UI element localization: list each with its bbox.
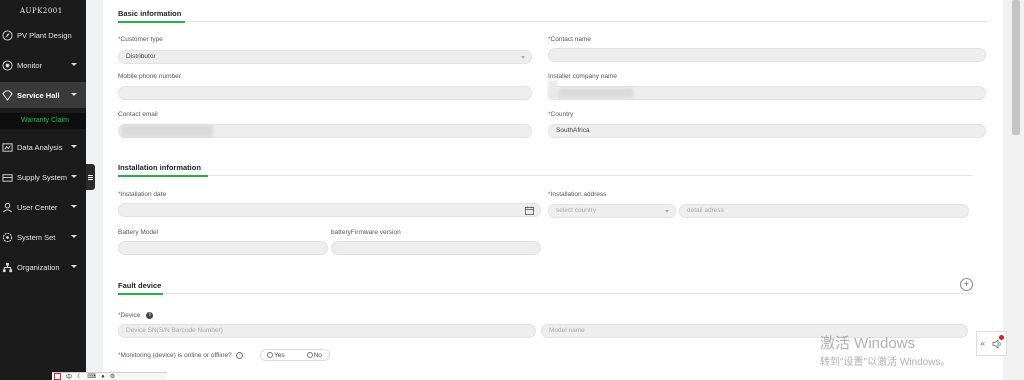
- leaf-icon: [2, 29, 13, 41]
- mobile-phone-label: Mobile phone number: [118, 73, 181, 80]
- section-divider: [118, 175, 973, 177]
- device-label: *Device i: [118, 312, 154, 319]
- mic-icon[interactable]: ●: [101, 374, 105, 380]
- customer-type-label: *Customer type: [118, 36, 163, 43]
- activation-watermark-subtitle: 转到"设置"以激活 Windows。: [820, 357, 951, 368]
- installation-date-input[interactable]: [118, 203, 541, 217]
- sidebar-item-label: User Center: [17, 202, 58, 212]
- vertical-scrollbar[interactable]: [1007, 0, 1024, 380]
- scrollbar-thumb[interactable]: [1012, 0, 1020, 135]
- radio-yes-label: Yes: [274, 351, 285, 359]
- battery-firmware-label: batteryFirmware version: [331, 229, 401, 236]
- device-sn-input[interactable]: Device SN(S/N Barcode Number): [118, 324, 536, 338]
- select-country-dropdown[interactable]: select country: [548, 204, 676, 218]
- sidebar-item-label: Data Analysis: [17, 142, 63, 152]
- sidebar-item-user-center[interactable]: User Center: [0, 194, 86, 220]
- sidebar-item-label: Supply System: [17, 172, 68, 182]
- sidebar: AUPK2001 PV Plant Design Monitor Service…: [0, 0, 86, 380]
- radio-no[interactable]: [306, 352, 313, 358]
- contact-name-input[interactable]: [548, 48, 986, 62]
- user-icon: [2, 202, 13, 213]
- chevron-down-icon: [71, 235, 77, 238]
- calendar-icon[interactable]: [525, 206, 534, 215]
- monitoring-label: *Monitoring (device) is online or offlin…: [118, 352, 243, 359]
- sidebar-collapse-handle[interactable]: [86, 164, 95, 190]
- sidebar-subitem-warranty-claim[interactable]: Warranty Claim: [0, 113, 86, 129]
- chevron-down-icon: [71, 63, 77, 66]
- mobile-phone-input[interactable]: [118, 86, 532, 100]
- keyboard-icon[interactable]: ⌨: [87, 373, 96, 380]
- installation-address-label: *Installation address: [548, 191, 607, 198]
- settings-icon[interactable]: ⚙: [110, 373, 115, 380]
- section-title-basic: Basic information: [118, 9, 182, 18]
- radio-yes[interactable]: [267, 352, 273, 358]
- org-icon: [2, 262, 13, 273]
- section-title-fault-device: Fault device: [118, 281, 162, 290]
- detail-address-input[interactable]: detail adress: [679, 204, 969, 218]
- section-title-installation: Installation information: [118, 163, 201, 172]
- sidebar-item-label: PV Plant Design: [17, 30, 72, 40]
- redacted-text: [121, 125, 213, 137]
- redacted-text: [548, 80, 558, 100]
- notification-tray[interactable]: «: [976, 331, 1007, 356]
- chevron-down-icon: [521, 56, 525, 59]
- monitoring-radio-group: Yes No: [260, 349, 330, 361]
- sidebar-item-system-set[interactable]: System Set: [0, 224, 86, 250]
- chevron-down-icon: [71, 265, 77, 268]
- battery-model-input[interactable]: [118, 241, 328, 255]
- chevron-down-icon: [71, 175, 77, 178]
- chevron-down-icon: [665, 210, 669, 213]
- diamond-icon: [2, 89, 13, 101]
- sidebar-item-label: Monitor: [17, 60, 43, 70]
- ime-logo-icon[interactable]: [54, 373, 61, 380]
- redacted-text: [558, 88, 633, 98]
- question-icon[interactable]: ?: [235, 352, 243, 359]
- customer-type-select[interactable]: Distributor: [118, 50, 532, 64]
- sidebar-item-label: Organization: [17, 262, 60, 272]
- sidebar-item-organization[interactable]: Organization: [0, 254, 86, 280]
- sidebar-item-label: System Set: [17, 232, 56, 242]
- country-input[interactable]: SouthAfrica: [548, 124, 986, 138]
- supply-icon: [2, 172, 13, 183]
- brand-label: AUPK2001: [20, 7, 63, 15]
- notification-dot: [999, 335, 1004, 340]
- contact-email-label: Contact email: [118, 111, 158, 118]
- moon-icon[interactable]: ☾: [77, 373, 82, 380]
- section-divider: [118, 21, 988, 23]
- sidebar-item-data-analysis[interactable]: Data Analysis: [0, 134, 86, 160]
- menu-icon: [88, 176, 93, 178]
- analysis-icon: [2, 142, 13, 153]
- activation-watermark-title: 激活 Windows: [820, 335, 916, 352]
- country-label: *Country: [548, 111, 574, 118]
- warranty-claim-form: Basic information *Customer type Distrib…: [103, 0, 1003, 380]
- chevron-down-icon: [71, 205, 77, 208]
- radio-no-label: No: [313, 351, 322, 359]
- chevron-down-icon: [71, 145, 77, 148]
- chevrons-left-icon[interactable]: «: [981, 339, 985, 348]
- ime-toolbar: 中 ☾ ⌨ ● ⚙: [52, 372, 167, 380]
- chevron-down-icon: [71, 93, 77, 96]
- sidebar-item-supply-system[interactable]: Supply System: [0, 164, 86, 190]
- sidebar-item-service-hall[interactable]: Service Hall: [0, 82, 86, 108]
- ime-language-toggle[interactable]: 中: [66, 372, 72, 380]
- section-divider: [118, 293, 973, 295]
- add-device-button[interactable]: +: [960, 278, 973, 291]
- installation-date-label: *Installation date: [118, 191, 167, 198]
- sidebar-item-label: Service Hall: [17, 90, 60, 100]
- battery-model-label: Battery Model: [118, 229, 159, 236]
- monitor-icon: [2, 59, 13, 71]
- sidebar-item-monitor[interactable]: Monitor: [0, 52, 86, 78]
- installer-company-label: Installer company name: [548, 73, 618, 80]
- main-area: Basic information *Customer type Distrib…: [95, 0, 1007, 380]
- speaker-icon[interactable]: [992, 338, 1002, 349]
- contact-name-label: *Contact name: [548, 36, 591, 43]
- sidebar-item-pv-plant-design[interactable]: PV Plant Design: [0, 22, 86, 48]
- info-icon[interactable]: i: [146, 312, 154, 319]
- battery-firmware-input[interactable]: [331, 241, 541, 255]
- gear-icon: [2, 232, 13, 243]
